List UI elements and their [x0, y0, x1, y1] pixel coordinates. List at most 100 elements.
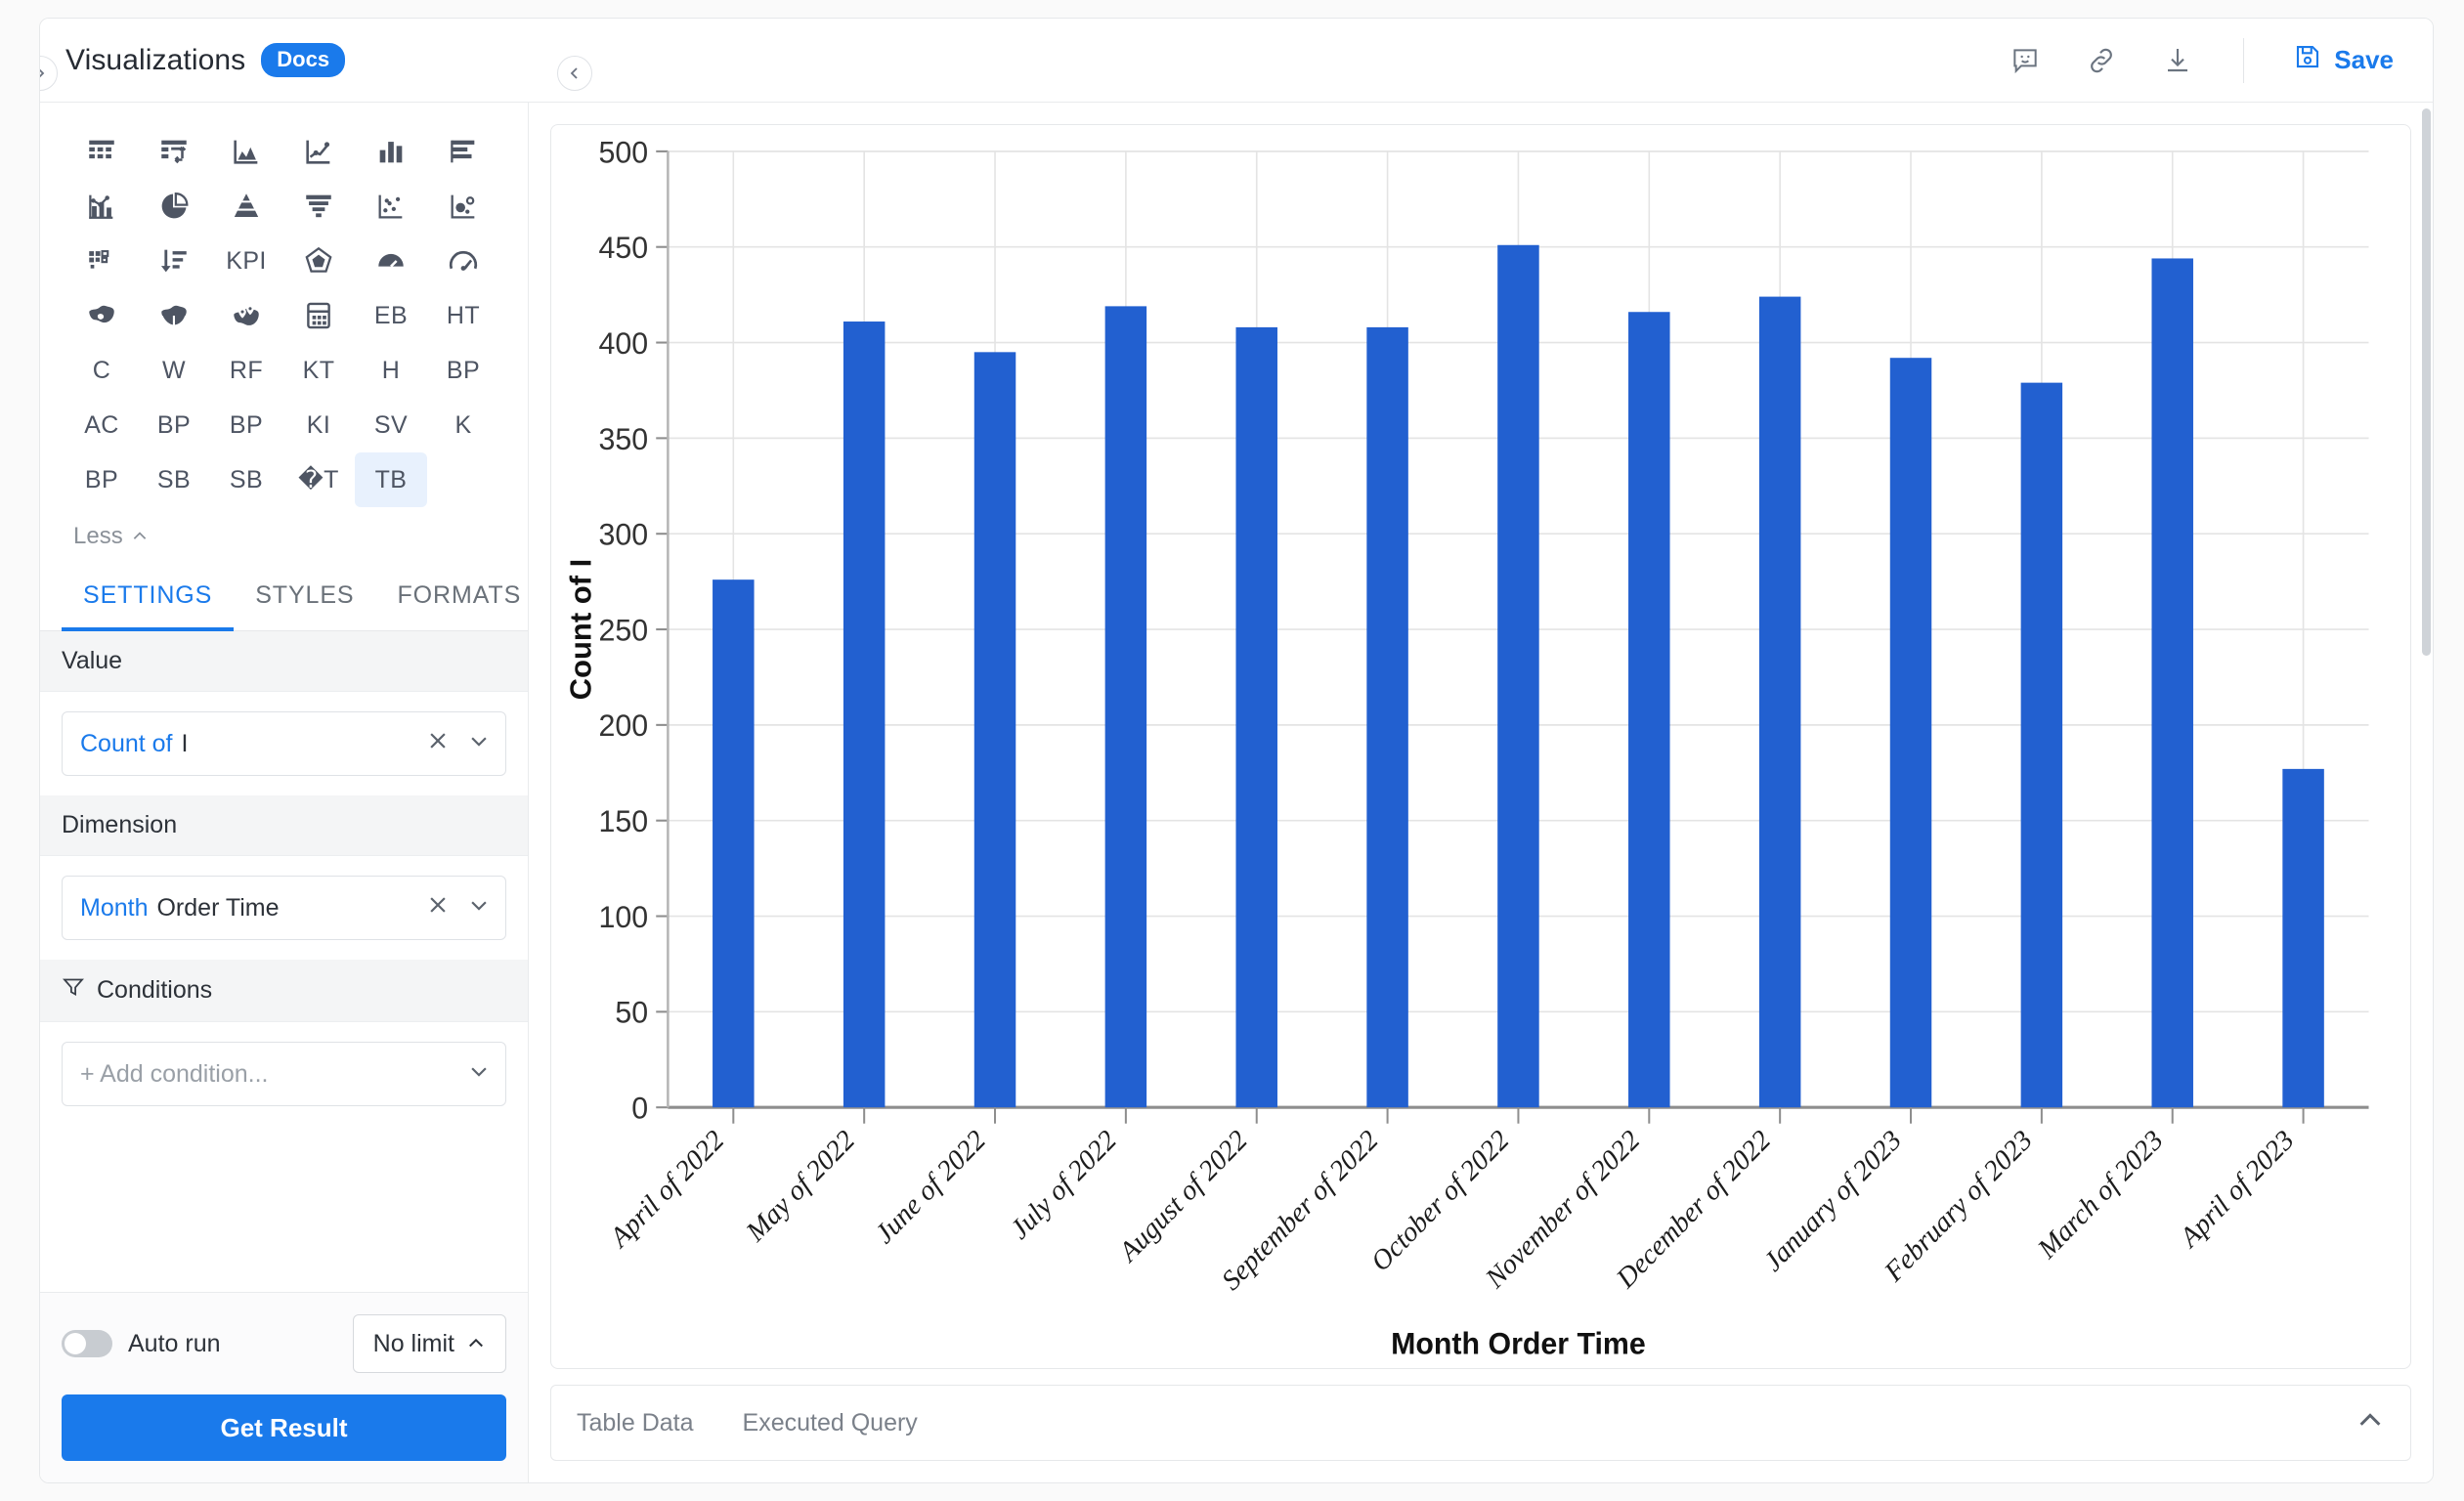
bubble-chart-icon[interactable] [427, 179, 499, 234]
docs-badge[interactable]: Docs [261, 43, 346, 77]
column-chart-icon[interactable] [355, 124, 427, 179]
speedometer-icon[interactable] [427, 234, 499, 288]
kt-chart-icon[interactable]: KT [282, 343, 355, 398]
dimension-field[interactable]: Month Order Time [62, 876, 506, 940]
ht-chart-icon[interactable]: HT [427, 288, 499, 343]
auto-run-toggle[interactable] [62, 1330, 112, 1357]
bp3-chart-icon[interactable]: BP [210, 398, 282, 452]
visualization-app-window: Visualizations Docs Save KPI EB HT C W R… [39, 18, 2434, 1483]
results-tab-table-data[interactable]: Table Data [577, 1409, 694, 1437]
calculator-icon[interactable] [282, 288, 355, 343]
value-field-text: I [181, 729, 189, 757]
chevron-up-icon [469, 1338, 483, 1348]
add-condition-select[interactable]: + Add condition... [62, 1042, 506, 1106]
tb-chart-icon[interactable]: TB [355, 452, 427, 507]
w-chart-icon[interactable]: W [138, 343, 210, 398]
funnel-chart-icon[interactable] [282, 179, 355, 234]
main-content: 0 50 100 150 200 250 300 350 400 450 500 April of 2… [529, 103, 2433, 1482]
close-icon[interactable] [427, 894, 449, 922]
svg-text:July of 2022: July of 2022 [1004, 1124, 1122, 1245]
conditions-section-header: Conditions [40, 960, 528, 1022]
bp-chart-icon[interactable]: BP [427, 343, 499, 398]
header-actions: Save [2009, 37, 2433, 83]
svg-text:250: 250 [599, 613, 649, 647]
map-icon[interactable] [65, 288, 138, 343]
treemap-icon[interactable] [65, 234, 138, 288]
add-condition-wrap: + Add condition... [40, 1022, 528, 1126]
svg-text:150: 150 [599, 804, 649, 838]
save-button[interactable]: Save [2293, 42, 2394, 78]
svg-text:400: 400 [599, 326, 649, 361]
pyramid-chart-icon[interactable] [210, 179, 282, 234]
page-title: Visualizations [65, 43, 246, 76]
pie-chart-icon[interactable] [138, 179, 210, 234]
comment-smiley-icon[interactable] [2009, 44, 2042, 77]
tab-styles[interactable]: STYLES [234, 566, 375, 631]
line-chart-icon[interactable] [282, 124, 355, 179]
save-disk-icon [2293, 42, 2322, 78]
table-icon[interactable] [65, 124, 138, 179]
chevron-up-icon[interactable] [2356, 1406, 2385, 1440]
vertical-scrollbar[interactable] [2422, 108, 2431, 656]
pin-map-icon[interactable] [210, 288, 282, 343]
svg-text:Month Order Time: Month Order Time [1391, 1326, 1646, 1360]
empty-slot [427, 452, 499, 507]
close-icon[interactable] [427, 730, 449, 758]
svg-text:April of 2022: April of 2022 [603, 1124, 731, 1254]
bar-chart-icon[interactable] [427, 124, 499, 179]
chevron-down-icon[interactable] [468, 894, 490, 922]
get-result-button[interactable]: Get Result [62, 1394, 506, 1461]
palette-less-row: Less [40, 513, 528, 566]
add-condition-label: + Add condition... [80, 1059, 269, 1088]
combo-chart-icon[interactable] [65, 179, 138, 234]
sb2-chart-icon[interactable]: SB [210, 452, 282, 507]
tab-formats[interactable]: FORMATS [376, 566, 543, 631]
bp2-chart-icon[interactable]: BP [138, 398, 210, 452]
eb-chart-icon[interactable]: EB [355, 288, 427, 343]
row-limit-select[interactable]: No limit [352, 1314, 506, 1373]
svg-text:0: 0 [631, 1091, 648, 1125]
sb-chart-icon[interactable]: SB [138, 452, 210, 507]
chevron-up-icon [133, 532, 146, 539]
ac-chart-icon[interactable]: AC [65, 398, 138, 452]
dimension-section-header: Dimension [40, 795, 528, 856]
pivot-table-icon[interactable] [138, 124, 210, 179]
sv-chart-icon[interactable]: SV [355, 398, 427, 452]
region-map-icon[interactable] [138, 288, 210, 343]
kpi-icon[interactable]: KPI [210, 234, 282, 288]
svg-text:500: 500 [599, 135, 649, 169]
area-chart-icon[interactable] [210, 124, 282, 179]
chevron-down-icon[interactable] [468, 1060, 490, 1089]
value-field[interactable]: Count of I [62, 711, 506, 776]
chevron-down-icon[interactable] [468, 730, 490, 758]
k-chart-icon[interactable]: K [427, 398, 499, 452]
chevron-left-icon[interactable] [557, 56, 592, 91]
h-chart-icon[interactable]: H [355, 343, 427, 398]
results-tabs: Table Data Executed Query [577, 1409, 918, 1437]
svg-text:October of 2022: October of 2022 [1365, 1124, 1516, 1277]
link-icon[interactable] [2085, 44, 2118, 77]
palette-row [65, 124, 502, 179]
bp4-chart-icon[interactable]: BP [65, 452, 138, 507]
settings-tabs: SETTINGS STYLES FORMATS [40, 566, 528, 631]
scatter-chart-icon[interactable] [355, 179, 427, 234]
divider [2243, 37, 2245, 83]
radar-chart-icon[interactable] [282, 234, 355, 288]
c-chart-icon[interactable]: C [65, 343, 138, 398]
results-tab-executed-query[interactable]: Executed Query [743, 1409, 918, 1437]
chart-card: 0 50 100 150 200 250 300 350 400 450 500 April of 2… [550, 124, 2411, 1369]
row-limit-label: No limit [372, 1329, 454, 1357]
download-icon[interactable] [2161, 44, 2194, 77]
svg-text:300: 300 [599, 517, 649, 551]
dimension-section-label: Dimension [62, 811, 178, 838]
svg-text:January of 2023: January of 2023 [1757, 1124, 1908, 1277]
rf-chart-icon[interactable]: RF [210, 343, 282, 398]
gauge-chart-icon[interactable] [355, 234, 427, 288]
dimension-field-text: Order Time [156, 893, 280, 922]
ki-chart-icon[interactable]: KI [282, 398, 355, 452]
unknown-t-chart-icon[interactable]: �T [282, 452, 355, 507]
tab-settings[interactable]: SETTINGS [62, 566, 235, 631]
sorted-bar-icon[interactable] [138, 234, 210, 288]
bar-chart[interactable]: 0 50 100 150 200 250 300 350 400 450 500 April of 2… [551, 125, 2410, 1368]
palette-toggle-less[interactable]: Less [73, 523, 149, 550]
